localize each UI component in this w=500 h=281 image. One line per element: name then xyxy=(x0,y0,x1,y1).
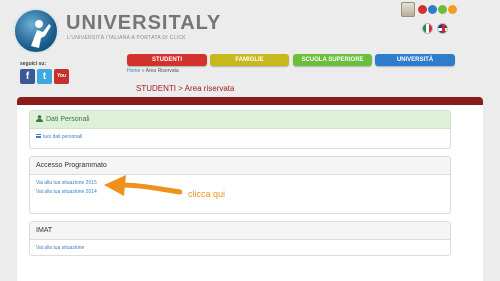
miur-letter-m-icon xyxy=(418,5,427,14)
content-area: Dati Personali tuoi dati personali Acces… xyxy=(17,105,483,281)
logo-title[interactable]: UNIVERSITALY xyxy=(66,12,221,35)
facebook-icon[interactable]: f xyxy=(20,69,35,84)
italian-flag-icon[interactable] xyxy=(422,23,433,34)
breadcrumb-current: Area Riservata xyxy=(145,68,179,74)
panel-imat: IMAT Vai alla tua situazione xyxy=(29,221,451,256)
tab-famiglie[interactable]: FAMIGLIE xyxy=(210,54,289,66)
miur-letter-u-icon xyxy=(438,5,447,14)
breadcrumb-home-link[interactable]: Home xyxy=(127,68,140,74)
page-title: STUDENTI > Area riservata xyxy=(136,84,235,93)
breadcrumb: Home » Area Riservata xyxy=(127,68,179,74)
dati-personali-link[interactable]: tuoi dati personali xyxy=(30,134,450,140)
panel-accesso-header: Accesso Programmato xyxy=(30,157,450,175)
miur-letter-i-icon xyxy=(428,5,437,14)
graduate-silhouette-icon xyxy=(31,20,51,48)
logo-emblem[interactable] xyxy=(13,8,59,54)
situazione-2015-link[interactable]: Vai alla tua situazione 2015 xyxy=(30,180,450,186)
youtube-icon[interactable]: You xyxy=(54,69,69,84)
orange-arrow-icon xyxy=(104,175,182,196)
panel-accesso-programmato: Accesso Programmato Vai alla tua situazi… xyxy=(29,156,451,214)
social-label: seguici su: xyxy=(20,61,47,67)
twitter-icon[interactable]: t xyxy=(37,69,52,84)
tab-scuola-superiore[interactable]: SCUOLA SUPERIORE xyxy=(293,54,372,66)
republic-emblem-icon xyxy=(401,2,415,17)
panel-dati-title: Dati Personali xyxy=(46,116,90,123)
tab-studenti[interactable]: STUDENTI xyxy=(127,54,207,66)
logo-subtitle: L'UNIVERSITÀ ITALIANA A PORTATA DI CLICK xyxy=(67,35,186,41)
page: UNIVERSITALY L'UNIVERSITÀ ITALIANA A POR… xyxy=(0,0,500,281)
imat-situazione-link[interactable]: Vai alla tua situazione xyxy=(30,245,450,251)
dati-personali-link-label: tuoi dati personali xyxy=(43,134,83,140)
list-icon xyxy=(36,134,41,138)
panel-imat-header: IMAT xyxy=(30,222,450,240)
user-icon xyxy=(36,115,43,122)
panel-dati-header: Dati Personali xyxy=(30,111,450,129)
content-header-bar xyxy=(17,97,483,105)
annotation-clicca-qui: clicca qui xyxy=(188,189,226,199)
english-flag-icon[interactable] xyxy=(437,23,448,34)
tab-universita[interactable]: UNIVERSITÀ xyxy=(375,54,455,66)
panel-dati-personali: Dati Personali tuoi dati personali xyxy=(29,110,451,149)
miur-letter-r-icon xyxy=(448,5,457,14)
situazione-2014-link[interactable]: Vai alla tua situazione 2014 xyxy=(30,189,450,195)
